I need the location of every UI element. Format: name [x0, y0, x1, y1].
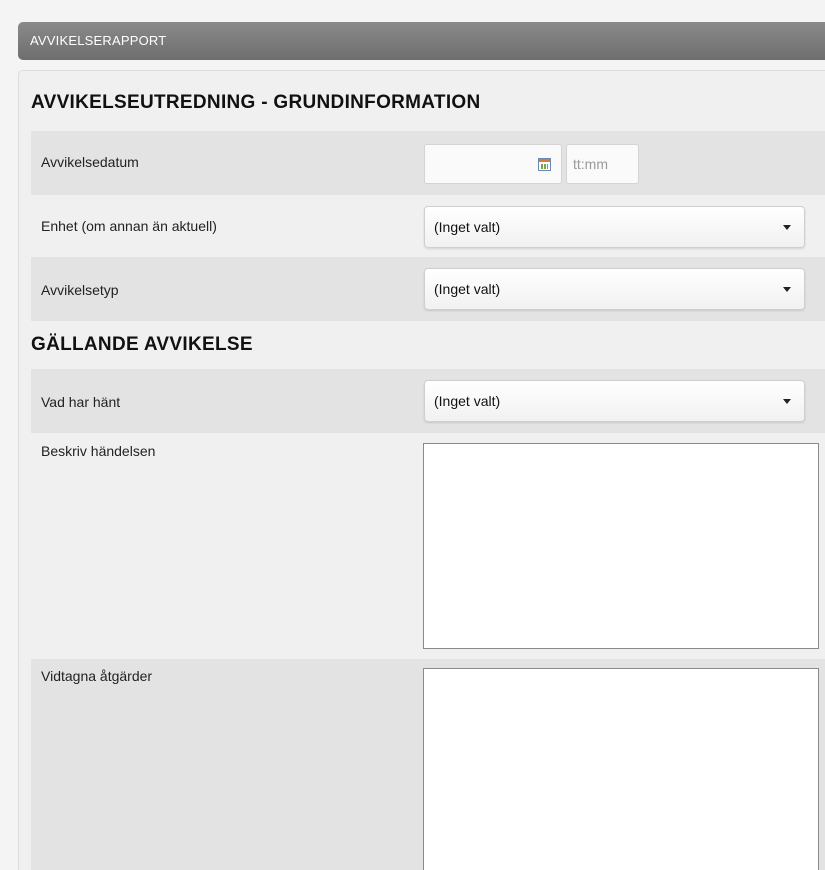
section-title-current: GÄLLANDE AVVIKELSE [31, 334, 253, 355]
row-description: Beskriv händelsen [31, 433, 825, 659]
unit-select[interactable]: (Inget valt) [424, 206, 805, 248]
unit-label: Enhet (om annan än aktuell) [41, 218, 217, 234]
row-what-happened: Vad har hänt (Inget valt) [31, 369, 825, 433]
chevron-down-icon [783, 399, 791, 404]
section-title-basic: AVVIKELSEUTREDNING - GRUNDINFORMATION [31, 92, 481, 113]
row-deviation-date: Avvikelsedatum tt:mm [31, 131, 825, 195]
what-happened-select[interactable]: (Inget valt) [424, 380, 805, 422]
deviation-time-input[interactable]: tt:mm [566, 144, 639, 184]
report-title-bar: AVVIKELSERAPPORT [18, 22, 825, 60]
what-happened-select-value: (Inget valt) [434, 393, 501, 409]
description-label: Beskriv händelsen [41, 443, 156, 459]
description-textarea[interactable] [423, 443, 819, 649]
chevron-down-icon [783, 287, 791, 292]
page: AVVIKELSERAPPORT AVVIKELSEUTREDNING - GR… [0, 0, 825, 870]
report-title: AVVIKELSERAPPORT [30, 33, 167, 48]
row-unit: Enhet (om annan än aktuell) (Inget valt) [31, 195, 825, 257]
unit-select-value: (Inget valt) [434, 219, 501, 235]
what-happened-label: Vad har hänt [41, 394, 121, 410]
row-actions: Vidtagna åtgärder [31, 659, 825, 870]
deviation-type-select-value: (Inget valt) [434, 281, 501, 297]
deviation-type-label: Avvikelsetyp [41, 282, 119, 298]
actions-label: Vidtagna åtgärder [41, 668, 153, 684]
deviation-date-label: Avvikelsedatum [41, 154, 139, 170]
row-deviation-type: Avvikelsetyp (Inget valt) [31, 257, 825, 321]
deviation-type-select[interactable]: (Inget valt) [424, 268, 805, 310]
actions-textarea[interactable] [423, 668, 819, 870]
time-placeholder: tt:mm [573, 156, 608, 172]
calendar-icon[interactable] [538, 158, 551, 171]
chevron-down-icon [783, 225, 791, 230]
form-panel: AVVIKELSEUTREDNING - GRUNDINFORMATION Av… [18, 70, 825, 870]
deviation-date-input[interactable] [424, 144, 562, 184]
